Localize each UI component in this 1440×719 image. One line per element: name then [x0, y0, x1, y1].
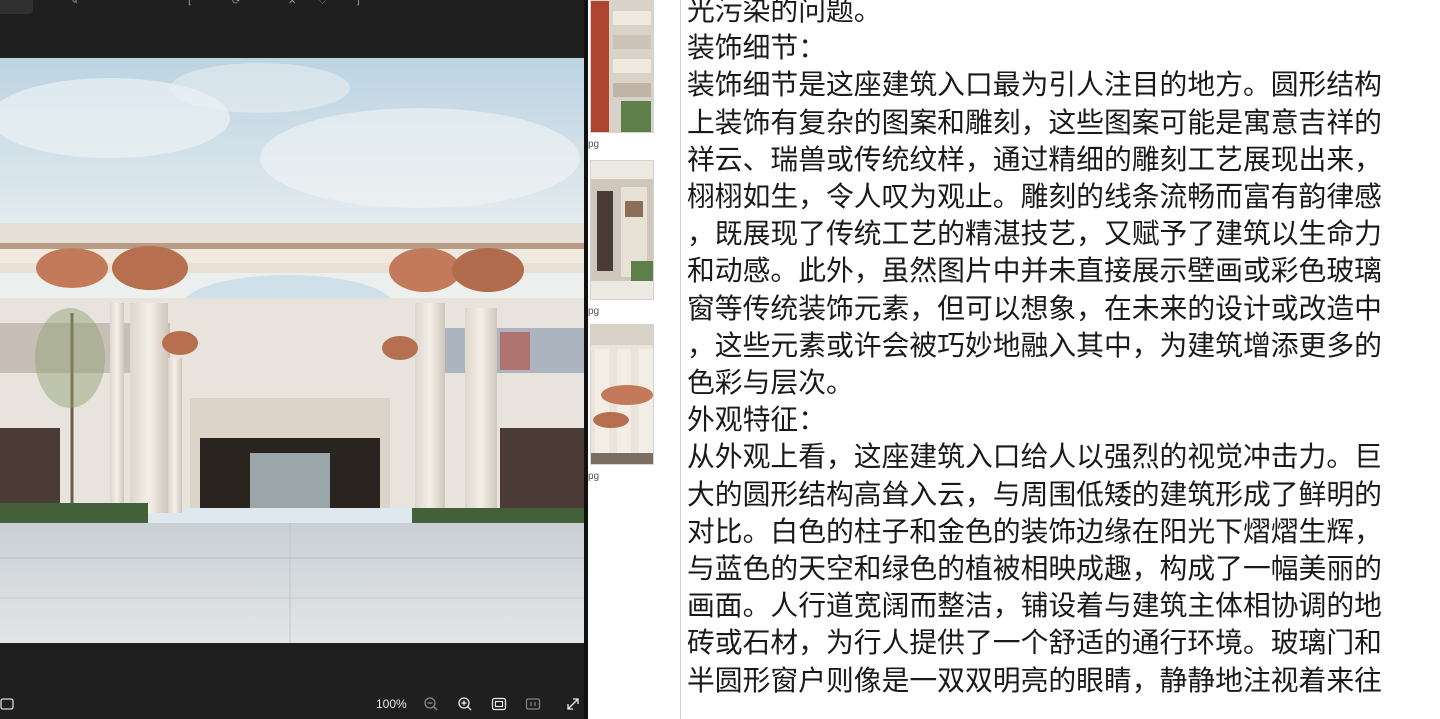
section-heading: 外观特征： [687, 403, 826, 437]
file-thumbnail-strip: pg pg pg [588, 0, 680, 719]
zoom-out-icon[interactable] [423, 696, 439, 712]
text-line: 栩栩如生，令人叹为观止。雕刻的线条流畅而富有韵律感 [687, 180, 1382, 214]
text-line: 大的圆形结构高耸入云，与周围低矮的建筑形成了鲜明的 [687, 477, 1382, 511]
text-line: 从外观上看，这座建筑入口给人以强烈的视觉冲击力。巨 [687, 440, 1382, 474]
text-line: 和动感。此外，虽然图片中并未直接展示壁画或彩色玻璃 [687, 254, 1382, 288]
file-thumbnail[interactable] [590, 324, 654, 465]
delete-icon[interactable]: ✕ [288, 0, 296, 8]
text-line: 光污染的问题。 [687, 0, 882, 27]
text-line: 上装饰有复杂的图案和雕刻，这些图案可能是寓意吉祥的 [687, 105, 1382, 139]
file-thumbnail[interactable] [590, 160, 654, 300]
text-panel[interactable]: 光污染的问题。 装饰细节： 装饰细节是这座建筑入口最为引人注目的地方。圆形结构 … [680, 0, 1440, 719]
text-line: 半圆形窗户则像是一双双明亮的眼睛，静静地注视着来往 [687, 663, 1382, 697]
rotate-icon[interactable]: ⟳ [232, 0, 240, 8]
section-heading: 装饰细节： [687, 31, 826, 65]
description-text: 光污染的问题。 装饰细节： 装饰细节是这座建筑入口最为引人注目的地方。圆形结构 … [687, 0, 1437, 699]
text-line: 窗等传统装饰元素，但可以想象，在未来的设计或改造中 [687, 291, 1382, 325]
favorite-icon[interactable]: ♡ [318, 0, 327, 8]
zoom-in-icon[interactable] [457, 696, 473, 712]
viewer-toolbar-top: ✎ [ ⟳ ✕ ♡ ] [0, 0, 588, 16]
file-thumbnail[interactable] [590, 0, 654, 133]
text-line: 装饰细节是这座建筑入口最为引人注目的地方。圆形结构 [687, 68, 1382, 102]
fit-screen-icon[interactable] [491, 696, 507, 712]
text-line: 与蓝色的天空和绿色的植被相映成趣，构成了一幅美丽的 [687, 552, 1382, 586]
crop-icon[interactable]: [ [188, 0, 192, 8]
more-icon[interactable]: ] [356, 0, 360, 8]
fullscreen-icon[interactable] [565, 696, 581, 712]
edit-icon[interactable]: ✎ [70, 0, 78, 8]
viewer-toolbar-bottom: 100% [0, 688, 588, 719]
text-line: 画面。人行道宽阔而整洁，铺设着与建筑主体相协调的地 [687, 589, 1382, 623]
text-line: 对比。白色的柱子和金色的装饰边缘在阳光下熠熠生辉， [687, 514, 1382, 548]
text-line: 色彩与层次。 [687, 366, 854, 400]
zoom-level: 100% [376, 697, 407, 711]
actual-size-icon[interactable] [525, 696, 541, 712]
building-entrance-photo [0, 58, 584, 643]
text-line: 祥云、瑞兽或传统纹样，通过精细的雕刻工艺展现出来， [687, 142, 1382, 176]
file-name: pg [588, 471, 600, 482]
file-name: pg [588, 139, 600, 150]
text-line: ，既展现了传统工艺的精湛技艺，又赋予了建筑以生命力 [687, 217, 1382, 251]
text-line: 砖或石材，为行人提供了一个舒适的通行环境。玻璃门和 [687, 626, 1382, 660]
image-viewer: ✎ [ ⟳ ✕ ♡ ] 100% [0, 0, 588, 719]
image-icon[interactable] [0, 696, 16, 712]
text-line: ，这些元素或许会被巧妙地融入其中，为建筑增添更多的 [687, 328, 1382, 362]
viewer-menu-button[interactable] [0, 0, 33, 14]
file-name: pg [588, 306, 600, 317]
